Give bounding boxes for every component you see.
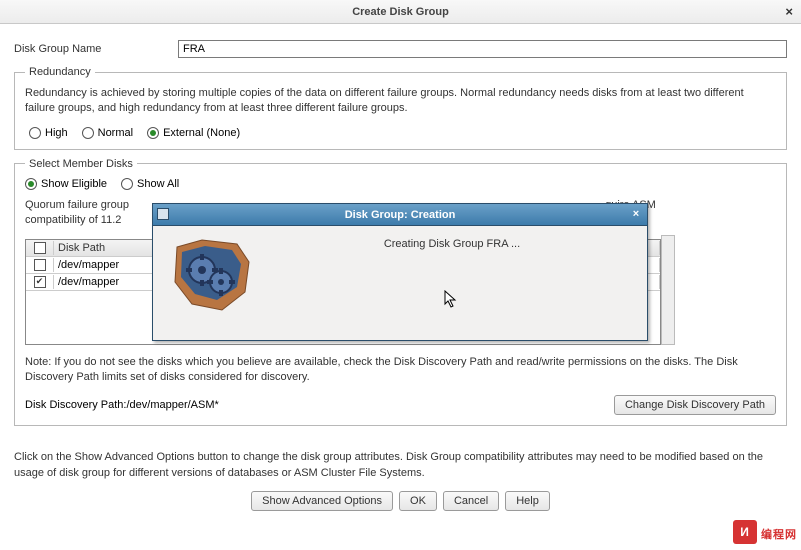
modal-close-icon[interactable]: × [629,208,643,222]
redundancy-normal-radio[interactable]: Normal [82,127,133,139]
radio-label: Show All [137,178,179,190]
radio-label: External (None) [163,127,240,139]
gears-icon [167,232,257,322]
close-icon[interactable]: × [785,4,793,19]
show-eligible-radio[interactable]: Show Eligible [25,178,107,190]
watermark: И编程网 [733,518,797,544]
quorum-note-left: Quorum failure group [25,199,129,211]
header-checkbox[interactable] [34,242,46,254]
radio-label: Normal [98,127,133,139]
modal-title: Disk Group: Creation [345,209,456,221]
modal-icon [157,208,169,220]
radio-icon [147,127,159,139]
disk-group-name-label: Disk Group Name [14,43,178,55]
show-advanced-options-button[interactable]: Show Advanced Options [251,491,393,511]
disk-group-name-input[interactable] [178,40,787,58]
modal-message: Creating Disk Group FRA ... [271,232,633,250]
radio-label: High [45,127,68,139]
progress-dialog: Disk Group: Creation × Creating Disk Gro… [152,203,648,341]
redundancy-legend: Redundancy [25,66,95,78]
radio-icon [29,127,41,139]
cancel-button[interactable]: Cancel [443,491,499,511]
radio-icon [82,127,94,139]
radio-label: Show Eligible [41,178,107,190]
discovery-path-label: Disk Discovery Path:/dev/mapper/ASM* [25,399,219,411]
redundancy-group: Redundancy Redundancy is achieved by sto… [14,66,787,150]
show-all-radio[interactable]: Show All [121,178,179,190]
discovery-note: Note: If you do not see the disks which … [25,355,776,386]
radio-icon [25,178,37,190]
bottom-description: Click on the Show Advanced Options butto… [0,450,801,481]
ok-button[interactable]: OK [399,491,437,511]
change-discovery-path-button[interactable]: Change Disk Discovery Path [614,395,776,415]
main-titlebar: Create Disk Group × [0,0,801,24]
redundancy-high-radio[interactable]: High [29,127,68,139]
help-button[interactable]: Help [505,491,550,511]
radio-icon [121,178,133,190]
member-disks-legend: Select Member Disks [25,158,137,170]
window-title: Create Disk Group [352,6,449,18]
quorum-note-line2: compatibility of 11.2 [25,214,121,226]
redundancy-description: Redundancy is achieved by storing multip… [25,86,776,117]
table-scrollbar[interactable] [661,235,675,345]
row-checkbox[interactable] [34,276,46,288]
modal-titlebar: Disk Group: Creation × [153,204,647,226]
row-checkbox[interactable] [34,259,46,271]
watermark-logo-icon: И [733,520,757,544]
redundancy-external-radio[interactable]: External (None) [147,127,240,139]
